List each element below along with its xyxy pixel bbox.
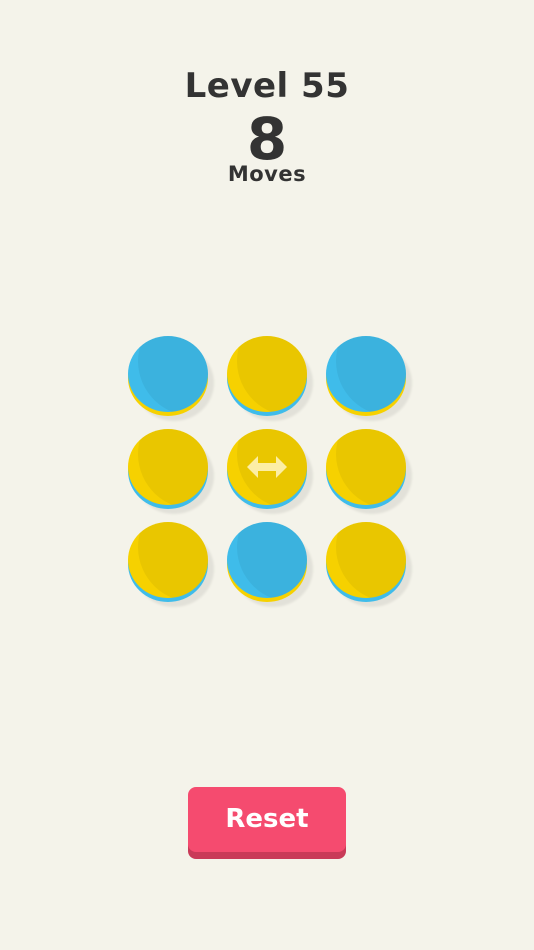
disc-face-yellow — [326, 522, 406, 598]
disc-face-blue — [128, 336, 208, 412]
disc-face-yellow — [128, 429, 208, 505]
disc-face-blue — [227, 522, 307, 598]
disc-yellow-r3c3[interactable] — [326, 522, 412, 607]
disc-yellow-r3c1[interactable] — [128, 522, 214, 607]
disc-face-yellow — [326, 429, 406, 505]
game-screen: Level 55 8 Moves Reset — [0, 0, 534, 950]
disc-face-yellow — [227, 336, 307, 412]
reset-button[interactable]: Reset — [188, 787, 346, 859]
disc-yellow-r2c2[interactable] — [227, 429, 313, 514]
disc-yellow-r2c1[interactable] — [128, 429, 214, 514]
left-right-arrow-icon — [247, 456, 287, 478]
disc-blue-r1c1[interactable] — [128, 336, 214, 421]
disc-blue-r1c3[interactable] — [326, 336, 412, 421]
reset-button-label: Reset — [225, 804, 309, 834]
disc-face-yellow — [128, 522, 208, 598]
disc-yellow-r2c3[interactable] — [326, 429, 412, 514]
disc-blue-r3c2[interactable] — [227, 522, 313, 607]
disc-yellow-r1c2[interactable] — [227, 336, 313, 421]
disc-face-blue — [326, 336, 406, 412]
